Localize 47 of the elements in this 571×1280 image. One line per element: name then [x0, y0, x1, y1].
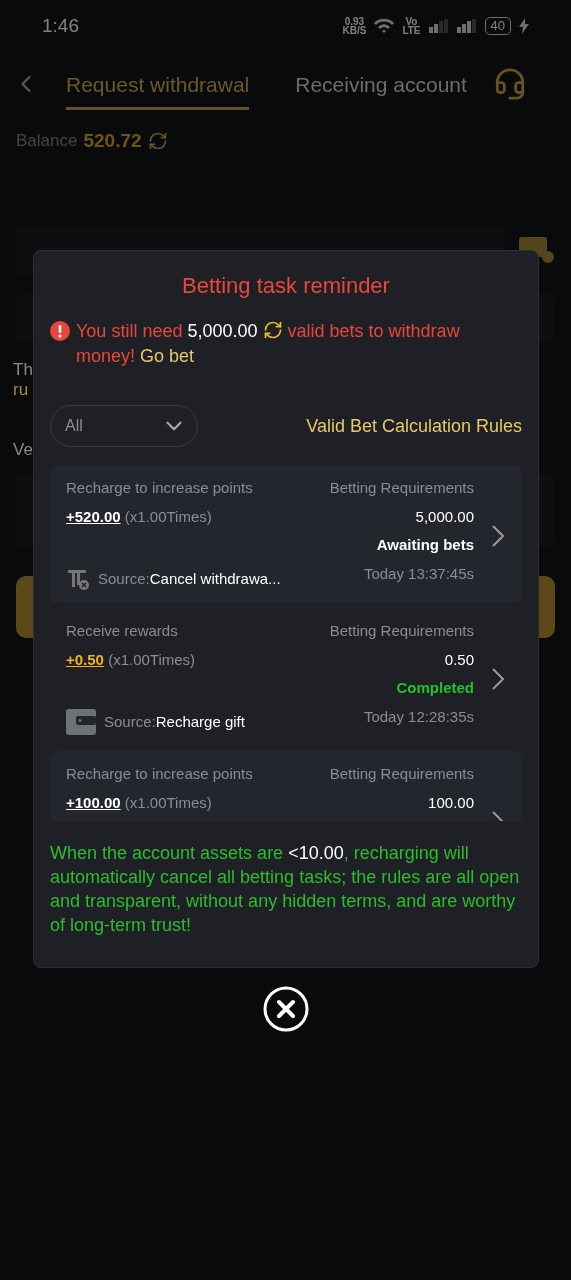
task-status: Awaiting bets: [375, 536, 474, 555]
wallet-icon: [66, 708, 96, 735]
task-card[interactable]: Recharge to increase points Betting Requirements +100.00 (x1.00Times) 100.00: [50, 751, 522, 821]
task-source: Source:Recharge gift: [104, 713, 245, 731]
text-fragment: Th: [13, 360, 33, 380]
close-button[interactable]: [263, 986, 309, 1032]
task-status: Completed: [395, 679, 474, 698]
balance-label: Balance: [16, 131, 78, 151]
requirement-value: 5,000.00: [414, 507, 474, 527]
clock-time: 1:46: [42, 15, 80, 37]
network-speed: 0.93 KB/S: [342, 17, 367, 35]
balance-value: 520.72: [83, 130, 142, 152]
task-multiplier: (x1.00Times): [108, 650, 196, 668]
refresh-icon: [262, 320, 283, 340]
task-source: Source:Cancel withdrawa...: [98, 570, 281, 588]
signal-icon: [428, 19, 449, 33]
task-time: Today 13:37:45s: [362, 564, 474, 584]
task-type: Recharge to increase points: [66, 765, 254, 784]
task-type: Receive rewards: [66, 622, 179, 641]
task-time: Today 12:28:35s: [362, 707, 474, 727]
dialog-title: Betting task reminder: [181, 273, 391, 299]
footer-text: When the account assets are <10.00, recharging will automatically cancel all betting tasks; the rules are all open and transparent, without any hidden terms, and are worthy of long-term trust!: [50, 842, 521, 937]
text-fragment: Ve: [13, 440, 33, 460]
task-card[interactable]: Recharge to increase points Betting Requirements +520.00 (x1.00Times) 5,000.00 Awaiting bets Source:Cancel withdrawa... Today 13:37:45s: [50, 465, 522, 603]
wifi-icon: [374, 18, 395, 34]
refresh-icon[interactable]: [147, 131, 168, 151]
text-fragment: ru: [13, 380, 29, 400]
battery-level: 40: [484, 17, 511, 35]
task-amount: +0.50: [66, 650, 104, 668]
task-amount: +520.00: [66, 507, 121, 525]
requirement-value: 100.00: [427, 793, 474, 813]
rules-link[interactable]: Valid Bet Calculation Rules: [306, 415, 522, 437]
task-type: Recharge to increase points: [66, 479, 254, 498]
requirement-label: Betting Requirements: [329, 479, 474, 498]
task-multiplier: (x1.00Times): [124, 507, 212, 525]
task-multiplier: (x1.00Times): [124, 793, 212, 811]
requirement-label: Betting Requirements: [329, 765, 474, 784]
warning-icon: [50, 321, 70, 341]
requirement-label: Betting Requirements: [329, 622, 474, 641]
requirement-value: 0.50: [443, 650, 474, 670]
go-bet-link[interactable]: Go bet: [140, 346, 195, 366]
signal-icon: [456, 19, 477, 33]
volte-label: Vo LTE: [402, 17, 421, 35]
charging-icon: [519, 18, 529, 34]
notice-text: You still need 5,000.00 valid bets to withdraw money! Go bet: [76, 319, 461, 368]
header-tab[interactable]: Receiving account: [295, 58, 467, 110]
task-amount: +100.00: [66, 793, 121, 811]
